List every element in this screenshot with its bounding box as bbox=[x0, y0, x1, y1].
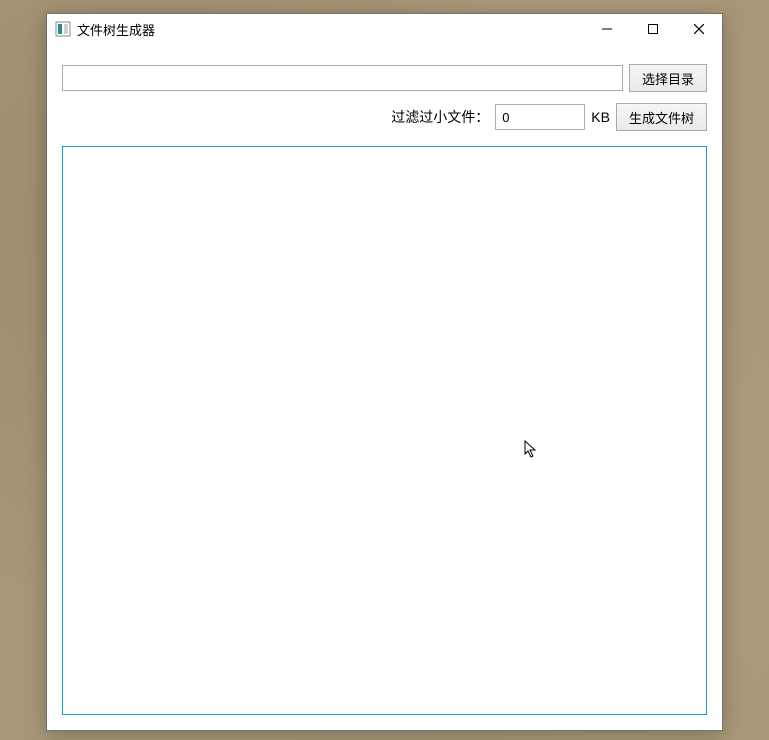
titlebar[interactable]: 文件树生成器 bbox=[47, 14, 722, 44]
output-textarea[interactable] bbox=[62, 146, 707, 715]
close-icon bbox=[694, 24, 704, 34]
size-unit-label: KB bbox=[591, 109, 610, 125]
window-controls bbox=[584, 14, 722, 44]
filter-label: 过滤过小文件： bbox=[391, 107, 489, 127]
window-title: 文件树生成器 bbox=[77, 20, 584, 39]
choose-directory-button[interactable]: 选择目录 bbox=[629, 64, 707, 92]
directory-path-input[interactable] bbox=[62, 65, 623, 91]
minimize-icon bbox=[602, 24, 612, 34]
path-row: 选择目录 bbox=[62, 64, 707, 92]
min-size-input[interactable] bbox=[495, 104, 585, 130]
client-area: 选择目录 过滤过小文件： KB 生成文件树 bbox=[47, 44, 722, 730]
app-icon bbox=[55, 21, 71, 37]
generate-tree-button[interactable]: 生成文件树 bbox=[616, 103, 707, 131]
filter-row: 过滤过小文件： KB 生成文件树 bbox=[62, 103, 707, 131]
close-button[interactable] bbox=[676, 14, 722, 44]
minimize-button[interactable] bbox=[584, 14, 630, 44]
maximize-icon bbox=[648, 24, 658, 34]
maximize-button[interactable] bbox=[630, 14, 676, 44]
app-window: 文件树生成器 选择目录 bbox=[46, 13, 723, 731]
